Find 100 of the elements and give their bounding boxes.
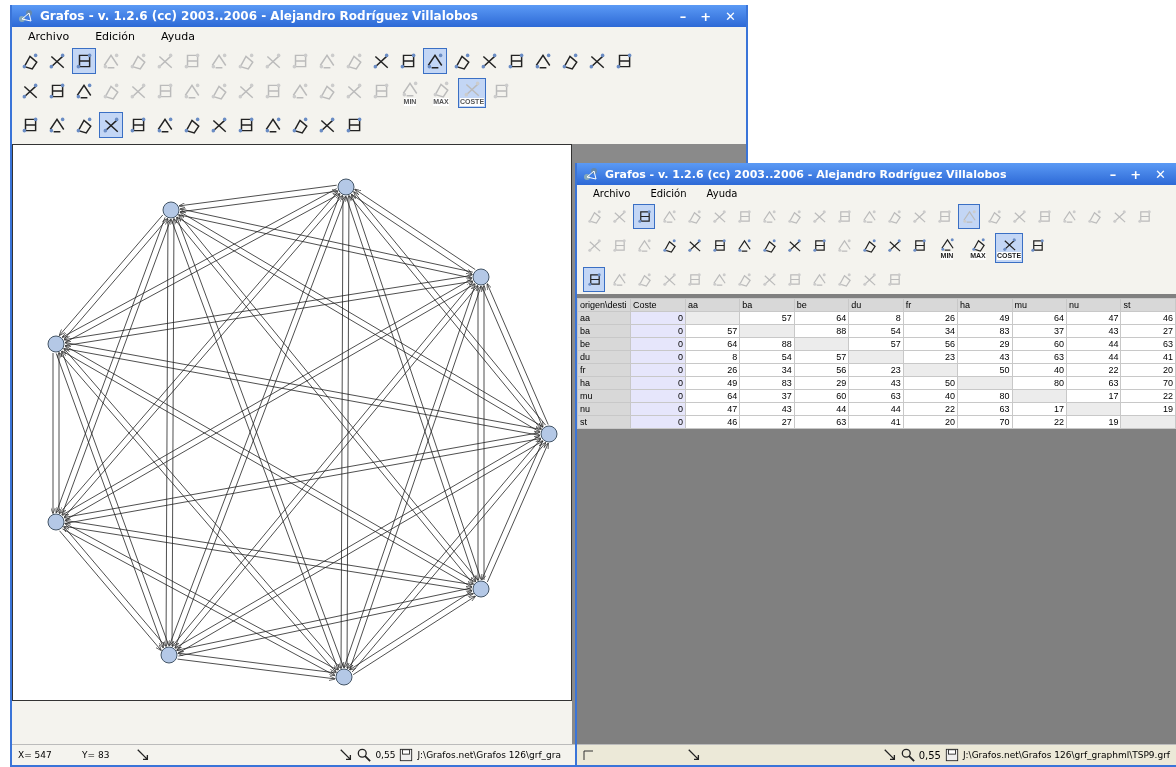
graph-tool-icon[interactable] <box>736 238 752 253</box>
window-control-button[interactable]: ✕ <box>721 8 740 24</box>
window-title: Grafos - v. 1.2.6 (cc) 2003..2006 - Alejandro Rodríguez Villalobos <box>605 167 1007 181</box>
column-header: nu <box>1066 298 1121 312</box>
table-cell: 60 <box>794 389 849 403</box>
table-cell: 41 <box>848 415 904 429</box>
graph-node[interactable] <box>160 646 178 664</box>
table-cell: 20 <box>1121 363 1176 377</box>
table-cell: 50 <box>957 363 1012 377</box>
corner-icon <box>583 750 593 760</box>
graph-tool-icon[interactable] <box>1029 238 1045 253</box>
edge-arrow-icon <box>687 748 701 762</box>
menu-item[interactable]: Ayuda <box>706 188 738 199</box>
graph-tool-icon[interactable] <box>786 238 802 253</box>
graph-node[interactable] <box>337 178 355 196</box>
graph-tool-icon[interactable] <box>711 238 727 253</box>
graph-node[interactable] <box>47 513 65 531</box>
column-header: ba <box>739 298 795 312</box>
table-cell: 46 <box>1121 311 1176 325</box>
table-cell: 26 <box>685 363 740 377</box>
table-cell: 64 <box>685 337 740 351</box>
window-control-button[interactable]: – <box>675 8 691 24</box>
column-header: be <box>794 298 849 312</box>
table-cell: 83 <box>957 324 1012 338</box>
table-cell: 43 <box>1066 324 1121 338</box>
graph-tool-icon[interactable] <box>1001 236 1017 252</box>
graph-tool-icon[interactable] <box>686 238 702 253</box>
edge-arrow-icon <box>339 748 354 762</box>
graph-tool-icon[interactable] <box>911 238 927 253</box>
table-cell: 80 <box>957 389 1012 403</box>
graph-tool-button[interactable] <box>633 204 655 229</box>
graph-tool-button[interactable] <box>583 267 605 292</box>
graph-tool-icon[interactable] <box>761 238 777 253</box>
table-cell: 17 <box>1012 402 1067 416</box>
window-control-button[interactable]: + <box>696 8 716 24</box>
column-header: ha <box>957 298 1012 312</box>
graph-node[interactable] <box>47 335 65 353</box>
table-cell: 47 <box>1066 311 1121 325</box>
column-header: aa <box>685 298 740 312</box>
menu-item[interactable]: Edición <box>95 30 135 43</box>
search-icon <box>900 748 915 762</box>
edge-arrow-icon <box>136 748 150 762</box>
table-cell: 20 <box>903 415 958 429</box>
table-cell: 56 <box>794 363 849 377</box>
table-cell: 46 <box>685 415 740 429</box>
table-cell: 57 <box>794 350 849 364</box>
table-cell: 70 <box>1121 376 1176 390</box>
table-cell: 83 <box>739 376 795 390</box>
table-cell: 23 <box>903 350 958 364</box>
graph-tool-icon[interactable] <box>861 238 877 253</box>
search-icon <box>357 748 372 762</box>
table-cell: 23 <box>848 363 904 377</box>
window-title: Grafos - v. 1.2.6 (cc) 2003..2006 - Alejandro Rodríguez Villalobos <box>40 9 478 23</box>
graph-node[interactable] <box>335 668 353 686</box>
graph-logo-icon <box>583 166 599 182</box>
menu-item[interactable]: Edición <box>650 188 687 199</box>
graph-tool-icon[interactable] <box>636 209 652 224</box>
window-control-button[interactable]: – <box>1105 166 1121 182</box>
edge-arrow-icon <box>882 748 897 762</box>
table-cell: 37 <box>739 389 795 403</box>
menu-item[interactable]: Archivo <box>28 30 70 43</box>
table-cell: 49 <box>957 311 1012 325</box>
table-cell: 49 <box>685 376 740 390</box>
graph-tool-icon[interactable] <box>886 238 902 253</box>
window-control-button[interactable]: + <box>1126 166 1146 182</box>
table-cell: 57 <box>739 311 795 325</box>
menu-item[interactable]: Ayuda <box>160 30 195 43</box>
graph-node[interactable] <box>472 268 490 286</box>
table-cell: 19 <box>1121 402 1176 416</box>
table-cell: 22 <box>1066 363 1121 377</box>
column-header: origen\desti <box>577 298 631 312</box>
graph-tool-icon[interactable] <box>586 272 602 287</box>
table-cell: 63 <box>957 402 1012 416</box>
menu-item[interactable]: Archivo <box>593 188 631 199</box>
table-cell: 27 <box>1121 324 1176 338</box>
table-cell: 22 <box>1121 389 1176 403</box>
zoom-level: 0,55 <box>918 749 941 761</box>
table-cell: 43 <box>957 350 1012 364</box>
graph-node[interactable] <box>162 201 180 219</box>
file-path: J:\Grafos.net\Grafos 126\grf_graphml\TSP9.grf <box>962 750 1170 760</box>
window-control-button[interactable]: ✕ <box>1151 166 1170 182</box>
table-cell: 44 <box>1066 350 1121 364</box>
graph-tool-icon[interactable] <box>661 238 677 253</box>
table-cell: 44 <box>848 402 904 416</box>
graph-node[interactable] <box>540 425 558 443</box>
table-cell: 57 <box>848 337 904 351</box>
table-cell: 63 <box>848 389 904 403</box>
table-cell: 80 <box>1012 376 1067 390</box>
graph-tool-icon[interactable] <box>970 236 986 252</box>
table-cell: 26 <box>903 311 958 325</box>
table-cell: 41 <box>1121 350 1176 364</box>
table-cell: 27 <box>739 415 795 429</box>
table-cell: 34 <box>739 363 795 377</box>
table-cell: 64 <box>685 389 740 403</box>
file-path: J:\Grafos.net\Grafos 126\grf_gra <box>417 750 561 760</box>
graph-tool-icon[interactable] <box>939 236 955 252</box>
graph-node[interactable] <box>472 580 490 598</box>
graph-tool-icon[interactable] <box>811 238 827 253</box>
table-cell: 60 <box>1012 337 1067 351</box>
table-cell: 50 <box>903 376 958 390</box>
